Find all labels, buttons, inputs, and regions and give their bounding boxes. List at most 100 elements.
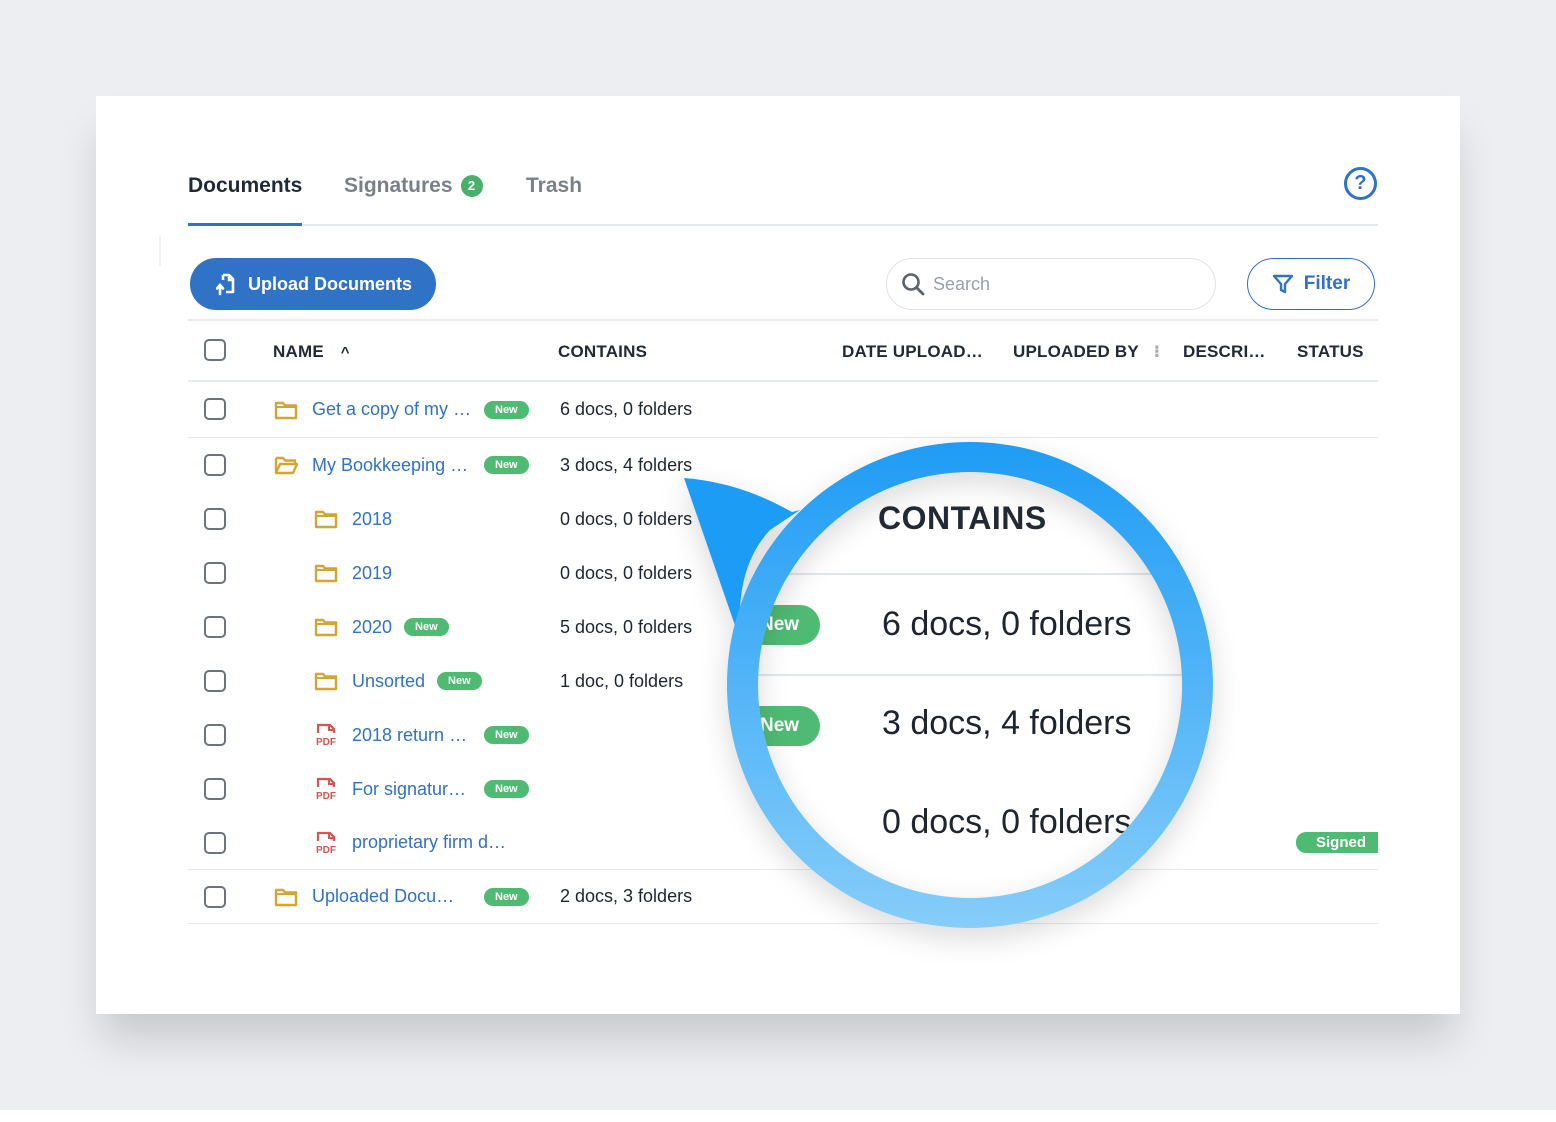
name-cell: 2018	[314, 492, 392, 546]
pdf-file-icon: PDF	[314, 723, 338, 747]
table-row[interactable]: 2019 0 docs, 0 folders	[188, 546, 1378, 600]
row-checkbox[interactable]	[204, 778, 226, 800]
table-header: NAME ^ CONTAINS DATE UPLOAD… UPLOADED BY…	[188, 322, 1378, 382]
signatures-count-badge: 2	[460, 175, 483, 197]
row-checkbox[interactable]	[204, 670, 226, 692]
tab-trash-label: Trash	[526, 174, 583, 197]
pdf-file-icon: PDF	[314, 831, 338, 855]
table-body: Get a copy of my … New 6 docs, 0 folders My…	[188, 382, 1378, 924]
row-checkbox[interactable]	[204, 832, 226, 854]
folder-open-icon	[274, 455, 298, 475]
documents-table: NAME ^ CONTAINS DATE UPLOAD… UPLOADED BY…	[188, 322, 1378, 924]
item-name-link[interactable]: proprietary firm d…	[352, 832, 506, 853]
folder-icon	[314, 617, 338, 637]
item-name-link[interactable]: Unsorted	[352, 671, 425, 692]
tab-trash[interactable]: Trash	[526, 174, 582, 198]
table-row[interactable]: PDF 2018 return … New	[188, 708, 1378, 762]
new-badge: New	[484, 780, 529, 798]
table-row[interactable]: PDF For signatur… New	[188, 762, 1378, 816]
contains-value: 3 docs, 4 folders	[560, 454, 693, 475]
upload-documents-button[interactable]: Upload Documents	[190, 258, 436, 310]
item-name-link[interactable]: 2020	[352, 617, 392, 638]
item-name-link[interactable]: 2018 return …	[352, 725, 472, 746]
tab-bar: Documents Signatures 2 Trash	[188, 166, 1378, 226]
new-badge: New	[404, 618, 449, 636]
row-checkbox[interactable]	[204, 616, 226, 638]
documents-panel: Documents Signatures 2 Trash ? Upload Doc…	[96, 96, 1460, 1014]
column-header-uploaded-by[interactable]: UPLOADED BY ⁝	[1013, 342, 1160, 362]
table-row[interactable]: Unsorted New 1 doc, 0 folders	[188, 654, 1378, 708]
new-badge: New	[484, 456, 529, 474]
row-checkbox[interactable]	[204, 724, 226, 746]
svg-text:PDF: PDF	[316, 737, 336, 747]
table-row[interactable]: Uploaded Docu… New 2 docs, 3 folders	[188, 870, 1378, 924]
contains-value: 6 docs, 0 folders	[560, 399, 693, 419]
column-uploaded-by-label: UPLOADED BY	[1013, 342, 1139, 361]
name-cell: Unsorted New	[314, 654, 482, 708]
tab-documents-label: Documents	[188, 174, 303, 197]
column-header-description[interactable]: DESCRI…	[1183, 342, 1266, 362]
funnel-icon	[1272, 274, 1293, 294]
select-all-checkbox[interactable]	[204, 339, 226, 361]
contains-value: 0 docs, 0 folders	[560, 508, 693, 529]
column-header-name[interactable]: NAME ^	[273, 342, 350, 362]
item-name-link[interactable]: Get a copy of my …	[312, 399, 472, 420]
active-tab-indicator	[188, 223, 302, 226]
item-name-link[interactable]: 2018	[352, 509, 392, 530]
column-header-date-uploaded[interactable]: DATE UPLOAD…	[842, 342, 983, 362]
name-cell: PDF For signatur… New	[314, 762, 529, 816]
help-circle-icon[interactable]: ?	[1344, 167, 1377, 200]
new-badge: New	[484, 887, 529, 906]
folder-icon	[314, 671, 338, 691]
sort-toggle-icon: ⁝	[1153, 342, 1161, 361]
folder-icon	[274, 400, 298, 420]
name-cell: Uploaded Docu… New	[274, 870, 529, 923]
column-header-status[interactable]: STATUS	[1297, 342, 1364, 362]
new-badge: New	[437, 672, 482, 690]
filter-label: Filter	[1303, 273, 1351, 294]
search-input[interactable]	[933, 273, 1183, 295]
item-name-link[interactable]: Uploaded Docu…	[312, 886, 472, 907]
row-checkbox[interactable]	[204, 508, 226, 530]
row-checkbox[interactable]	[204, 886, 226, 908]
column-name-label: NAME	[273, 342, 324, 361]
row-checkbox[interactable]	[204, 454, 226, 476]
tab-signatures[interactable]: Signatures 2	[344, 174, 483, 198]
table-row[interactable]: Get a copy of my … New 6 docs, 0 folders	[188, 382, 1378, 438]
pdf-file-icon: PDF	[314, 777, 338, 801]
tab-signatures-label: Signatures	[344, 174, 453, 197]
row-checkbox[interactable]	[204, 398, 226, 420]
page-bottom-strip	[0, 1110, 1556, 1122]
item-name-link[interactable]: My Bookkeeping …	[312, 455, 472, 476]
name-cell: 2019	[314, 546, 392, 600]
table-row[interactable]: 2020 New 5 docs, 0 folders	[188, 600, 1378, 654]
svg-text:PDF: PDF	[316, 791, 336, 801]
table-row[interactable]: PDF proprietary firm d… Signed	[188, 816, 1378, 870]
upload-document-icon	[216, 273, 235, 296]
contains-value: 1 doc, 0 folders	[560, 670, 684, 691]
panel-edge-mark	[159, 236, 161, 266]
contains-value: 0 docs, 0 folders	[560, 562, 693, 583]
filter-button[interactable]: Filter	[1247, 258, 1375, 310]
search-icon	[902, 273, 925, 296]
name-cell: PDF 2018 return … New	[314, 708, 529, 762]
name-cell: PDF proprietary firm d…	[314, 816, 506, 869]
tab-documents[interactable]: Documents	[188, 174, 302, 198]
svg-text:PDF: PDF	[316, 845, 336, 855]
folder-icon	[314, 563, 338, 583]
folder-icon	[274, 887, 298, 907]
new-badge: New	[484, 400, 529, 419]
column-header-contains[interactable]: CONTAINS	[558, 342, 647, 362]
search-box[interactable]	[886, 258, 1216, 310]
name-cell: My Bookkeeping … New	[274, 438, 529, 492]
sort-ascending-icon: ^	[340, 344, 350, 361]
new-badge: New	[484, 726, 529, 744]
name-cell: Get a copy of my … New	[274, 382, 529, 437]
contains-value: 2 docs, 3 folders	[560, 886, 693, 906]
item-name-link[interactable]: For signatur…	[352, 779, 472, 800]
table-row[interactable]: My Bookkeeping … New 3 docs, 4 folders	[188, 438, 1378, 492]
item-name-link[interactable]: 2019	[352, 563, 392, 584]
status-badge: Signed	[1295, 832, 1378, 853]
row-checkbox[interactable]	[204, 562, 226, 584]
table-row[interactable]: 2018 0 docs, 0 folders	[188, 492, 1378, 546]
